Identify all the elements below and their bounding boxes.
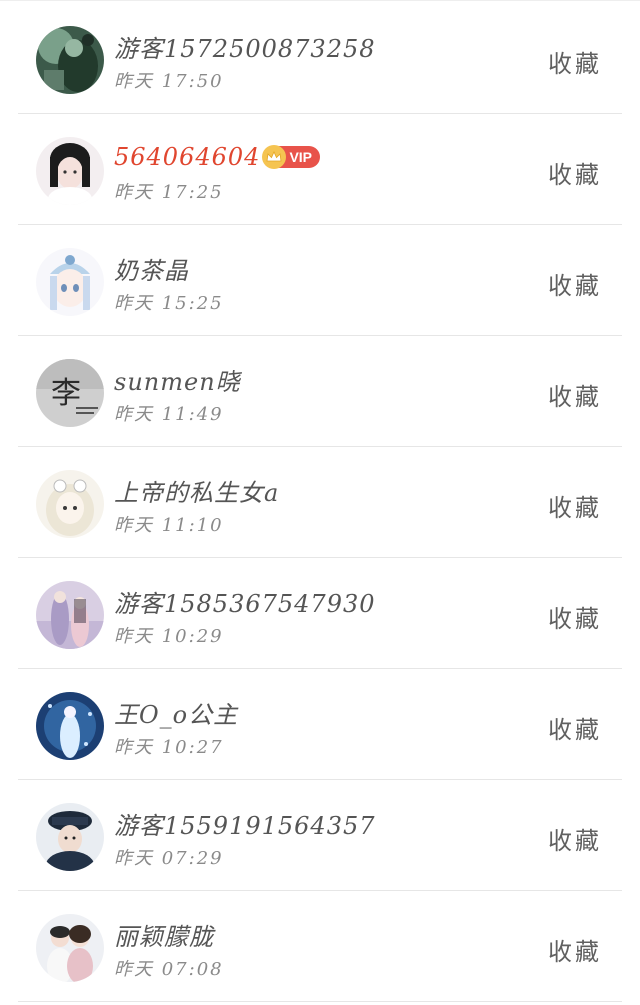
favorite-button[interactable]: 收藏 <box>548 377 602 412</box>
avatar[interactable] <box>36 581 104 649</box>
user-list: 游客1572500873258 昨天 17:50 收藏 564064604 VI… <box>0 0 640 1005</box>
user-name: 游客1585367547930 <box>114 589 376 618</box>
avatar[interactable] <box>36 248 104 316</box>
favorite-button[interactable]: 收藏 <box>548 821 602 856</box>
list-item[interactable]: 上帝的私生女a 昨天 11:10 收藏 <box>0 447 640 558</box>
user-name: 奶茶晶 <box>114 256 189 285</box>
timestamp: 昨天 17:50 <box>114 71 224 92</box>
avatar[interactable] <box>36 914 104 982</box>
avatar[interactable] <box>36 803 104 871</box>
user-name: 游客1559191564357 <box>114 811 376 840</box>
user-name: 上帝的私生女a <box>114 478 280 507</box>
list-item[interactable]: 游客1572500873258 昨天 17:50 收藏 <box>0 3 640 114</box>
timestamp: 昨天 11:10 <box>114 515 224 536</box>
favorite-button[interactable]: 收藏 <box>548 266 602 301</box>
user-name-line: 奶茶晶 <box>114 251 189 285</box>
user-name-line: 上帝的私生女a <box>114 473 279 507</box>
timestamp: 昨天 10:27 <box>114 737 224 758</box>
timestamp: 昨天 17:25 <box>114 182 224 203</box>
list-item[interactable]: 奶茶晶 昨天 15:25 收藏 <box>0 225 640 336</box>
list-item[interactable]: 王O_o公主 昨天 10:27 收藏 <box>0 669 640 780</box>
timestamp: 昨天 07:29 <box>114 848 224 869</box>
user-name: 丽颖朦胧 <box>114 922 214 951</box>
list-item[interactable]: 丽颖朦胧 昨天 07:08 收藏 <box>0 891 640 1002</box>
avatar[interactable] <box>36 470 104 538</box>
list-item[interactable]: 游客1585367547930 昨天 10:29 收藏 <box>0 558 640 669</box>
timestamp: 昨天 15:25 <box>114 293 224 314</box>
favorite-button[interactable]: 收藏 <box>548 155 602 190</box>
user-name: 游客1572500873258 <box>114 34 376 63</box>
user-name-line: 564064604 VIP <box>114 140 321 174</box>
favorite-button[interactable]: 收藏 <box>548 488 602 523</box>
user-name-line: 游客1559191564357 <box>114 806 376 840</box>
favorite-button[interactable]: 收藏 <box>548 44 602 79</box>
favorite-button[interactable]: 收藏 <box>548 932 602 967</box>
user-name: 564064604 <box>114 143 261 171</box>
vip-label: VIP <box>289 149 313 165</box>
user-name-line: 王O_o公主 <box>114 695 238 729</box>
user-name-line: 游客1585367547930 <box>114 584 376 618</box>
timestamp: 昨天 11:49 <box>114 404 224 425</box>
avatar[interactable] <box>36 692 104 760</box>
favorite-button[interactable]: 收藏 <box>548 599 602 634</box>
user-name: sunmen晓 <box>114 367 241 396</box>
user-name-line: sunmen晓 <box>114 362 241 396</box>
vip-badge: VIP <box>262 145 321 169</box>
list-item[interactable]: 李 sunmen晓 昨天 11:49 收藏 <box>0 336 640 447</box>
user-name: 王O_o公主 <box>114 700 239 729</box>
avatar[interactable] <box>36 137 104 205</box>
divider <box>18 1001 622 1002</box>
avatar-character: 李 <box>51 376 81 411</box>
list-item[interactable]: 564064604 VIP 昨天 17:25 收藏 <box>0 114 640 225</box>
list-item[interactable]: 游客1559191564357 昨天 07:29 收藏 <box>0 780 640 891</box>
user-name-line: 丽颖朦胧 <box>114 917 214 951</box>
crown-icon <box>262 145 287 169</box>
avatar[interactable]: 李 <box>36 359 104 427</box>
avatar[interactable] <box>36 26 104 94</box>
timestamp: 昨天 07:08 <box>114 959 224 980</box>
timestamp: 昨天 10:29 <box>114 626 224 647</box>
user-name-line: 游客1572500873258 <box>114 29 376 63</box>
favorite-button[interactable]: 收藏 <box>548 710 602 745</box>
